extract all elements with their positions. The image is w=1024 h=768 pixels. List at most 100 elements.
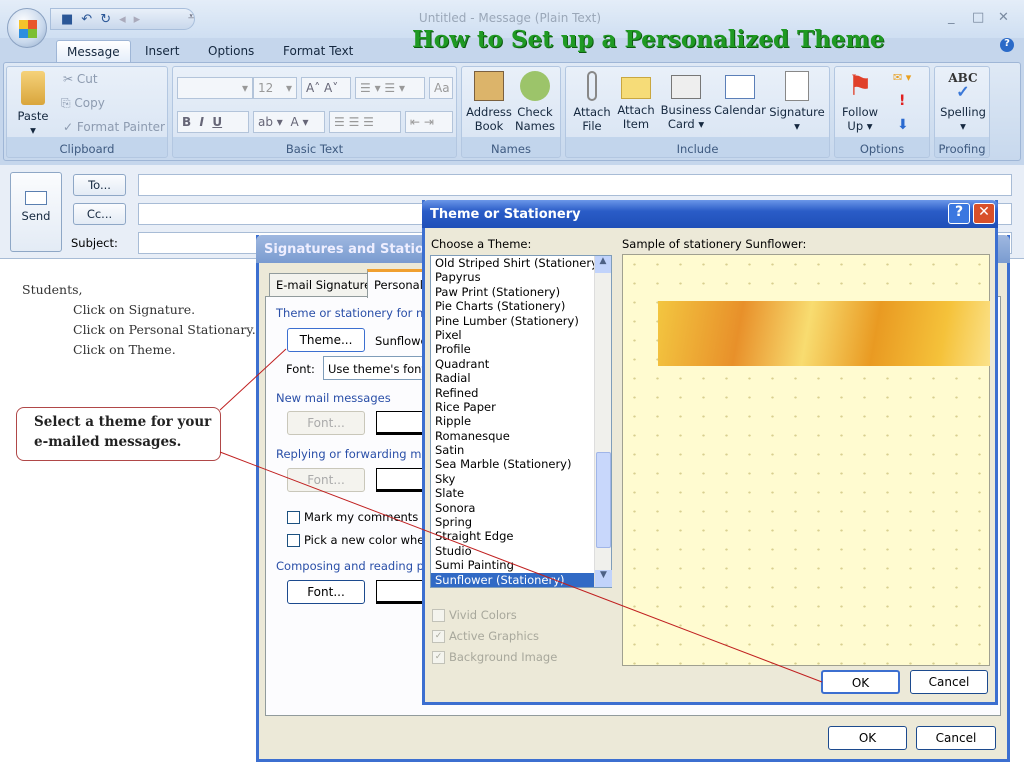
- address-book-button[interactable]: Address Book: [466, 71, 512, 133]
- low-importance-icon[interactable]: ⬇: [897, 117, 909, 133]
- send-button[interactable]: Send: [10, 172, 62, 252]
- tab-format-text[interactable]: Format Text: [273, 40, 363, 62]
- send-icon: [25, 191, 47, 205]
- close-icon[interactable]: ✕: [973, 203, 995, 224]
- copy-button[interactable]: ⎘ Copy: [61, 96, 105, 111]
- theme-list-item[interactable]: Sumi Painting: [431, 558, 611, 572]
- checkbox[interactable]: [287, 534, 300, 547]
- tab-options[interactable]: Options: [198, 40, 264, 62]
- group-label: Clipboard: [59, 142, 115, 156]
- theme-list-item[interactable]: Sunflower (Stationery): [431, 572, 611, 587]
- list-buttons[interactable]: ☰ ▾ ☰ ▾: [355, 77, 425, 99]
- tab-insert[interactable]: Insert: [135, 40, 189, 62]
- theme-list-item[interactable]: Old Striped Shirt (Stationery): [431, 256, 611, 270]
- reply-font-button[interactable]: Font...: [287, 468, 365, 492]
- office-button[interactable]: [7, 8, 47, 48]
- signature-button[interactable]: Signature ▾: [768, 71, 826, 133]
- close-icon[interactable]: ✕: [998, 10, 1009, 25]
- next-icon[interactable]: ▸: [134, 12, 141, 27]
- theme-ok-button[interactable]: OK: [821, 670, 900, 694]
- help-icon[interactable]: ?: [948, 203, 970, 224]
- scrollbar-thumb[interactable]: [596, 452, 611, 548]
- theme-list-item[interactable]: Paw Print (Stationery): [431, 285, 611, 299]
- theme-list[interactable]: Old Striped Shirt (Stationery) Papyrus Paw…: [430, 255, 612, 588]
- new-mail-font-preview: [376, 411, 426, 435]
- theme-cancel-button[interactable]: Cancel: [910, 670, 988, 694]
- callout-box: Select a theme for your e-mailed messages…: [16, 407, 221, 461]
- new-mail-font-button[interactable]: Font...: [287, 411, 365, 435]
- help-icon[interactable]: ?: [1000, 38, 1014, 52]
- theme-list-item[interactable]: Refined: [431, 386, 611, 400]
- maximize-icon[interactable]: □: [972, 10, 984, 25]
- choose-theme-label: Choose a Theme:: [431, 237, 532, 251]
- office-logo-icon: [19, 20, 37, 38]
- theme-list-item[interactable]: Studio: [431, 544, 611, 558]
- undo-icon[interactable]: ↶: [81, 12, 92, 27]
- clear-formatting-icon[interactable]: Aa: [429, 77, 453, 99]
- highlight-fontcolor-buttons[interactable]: ab ▾ A ▾: [253, 111, 325, 133]
- paste-icon: [21, 71, 45, 105]
- theme-list-item[interactable]: Radial: [431, 371, 611, 385]
- options-group: ⚑ Follow Up ▾ ✉ ▾ ! ⬇ Options: [834, 66, 930, 158]
- scroll-up-icon[interactable]: ▲: [595, 256, 611, 273]
- theme-list-item[interactable]: Satin: [431, 443, 611, 457]
- permission-icon[interactable]: ✉ ▾: [893, 71, 911, 84]
- minimize-icon[interactable]: _: [948, 10, 955, 25]
- indent-buttons[interactable]: ⇤ ⇥: [405, 111, 453, 133]
- theme-list-item[interactable]: Slate: [431, 486, 611, 500]
- to-field[interactable]: [138, 174, 1012, 196]
- save-icon[interactable]: ■: [61, 12, 73, 27]
- tab-email-signature[interactable]: E-mail Signature: [269, 273, 379, 297]
- theme-list-item[interactable]: Romanesque: [431, 429, 611, 443]
- theme-list-item[interactable]: Ripple: [431, 414, 611, 428]
- theme-list-item[interactable]: Sea Marble (Stationery): [431, 457, 611, 471]
- high-importance-icon[interactable]: !: [899, 93, 905, 109]
- theme-list-item[interactable]: Papyrus: [431, 270, 611, 284]
- theme-list-item[interactable]: Quadrant: [431, 357, 611, 371]
- attach-file-button[interactable]: Attach File: [572, 71, 612, 133]
- theme-button[interactable]: Theme...: [287, 328, 365, 352]
- vivid-colors-checkbox[interactable]: Vivid Colors: [432, 608, 517, 622]
- paste-button[interactable]: Paste ▾: [13, 71, 53, 137]
- cancel-button[interactable]: Cancel: [916, 726, 996, 750]
- scroll-down-icon[interactable]: ▼: [595, 570, 612, 587]
- ok-button[interactable]: OK: [828, 726, 907, 750]
- theme-list-item[interactable]: Sky: [431, 472, 611, 486]
- attach-item-button[interactable]: Attach Item: [616, 71, 656, 131]
- scrollbar[interactable]: ▲ ▼: [594, 256, 612, 587]
- font-size-dropdown[interactable]: 12 ▾: [253, 77, 297, 99]
- theme-list-item[interactable]: Pie Charts (Stationery): [431, 299, 611, 313]
- theme-list-item[interactable]: Profile: [431, 342, 611, 356]
- tab-personal-stationery[interactable]: Personal Stationery: [367, 269, 427, 298]
- check-names-button[interactable]: Check Names: [512, 71, 558, 133]
- redo-icon[interactable]: ↻: [100, 12, 111, 27]
- customize-qat-icon[interactable]: ⩡: [188, 10, 194, 24]
- calendar-button[interactable]: Calendar: [714, 71, 766, 117]
- spelling-button[interactable]: ABC ✓ Spelling ▾: [937, 71, 989, 133]
- background-image-checkbox[interactable]: ✓ Background Image: [432, 650, 557, 664]
- alignment-buttons[interactable]: ☰ ☰ ☰: [329, 111, 401, 133]
- previous-icon[interactable]: ◂: [119, 12, 126, 27]
- theme-list-item[interactable]: Spring: [431, 515, 611, 529]
- pick-color-checkbox[interactable]: Pick a new color when r: [287, 533, 440, 547]
- font-name-dropdown[interactable]: ▾: [177, 77, 253, 99]
- theme-list-item[interactable]: Sonora: [431, 501, 611, 515]
- plain-font-button[interactable]: Font...: [287, 580, 365, 604]
- checkbox[interactable]: [287, 511, 300, 524]
- cut-button[interactable]: ✂ Cut: [63, 72, 98, 86]
- cc-button[interactable]: Cc...: [73, 203, 126, 225]
- theme-list-item[interactable]: Pine Lumber (Stationery): [431, 314, 611, 328]
- follow-up-button[interactable]: ⚑ Follow Up ▾: [839, 71, 881, 134]
- bold-italic-underline-buttons[interactable]: B I U: [177, 111, 249, 133]
- format-painter-button[interactable]: ✓ Format Painter: [63, 120, 165, 134]
- tab-message[interactable]: Message: [56, 40, 131, 62]
- theme-list-item[interactable]: Pixel: [431, 328, 611, 342]
- active-graphics-checkbox[interactable]: ✓ Active Graphics: [432, 629, 539, 643]
- business-card-button[interactable]: Business Card ▾: [660, 71, 712, 131]
- font-dropdown[interactable]: Use theme's font: [323, 356, 433, 380]
- to-button[interactable]: To...: [73, 174, 126, 196]
- theme-list-item[interactable]: Straight Edge: [431, 529, 611, 543]
- theme-list-item[interactable]: Rice Paper: [431, 400, 611, 414]
- body-line: Students,: [22, 282, 83, 297]
- grow-shrink-font-buttons[interactable]: A˄ A˅: [301, 77, 351, 99]
